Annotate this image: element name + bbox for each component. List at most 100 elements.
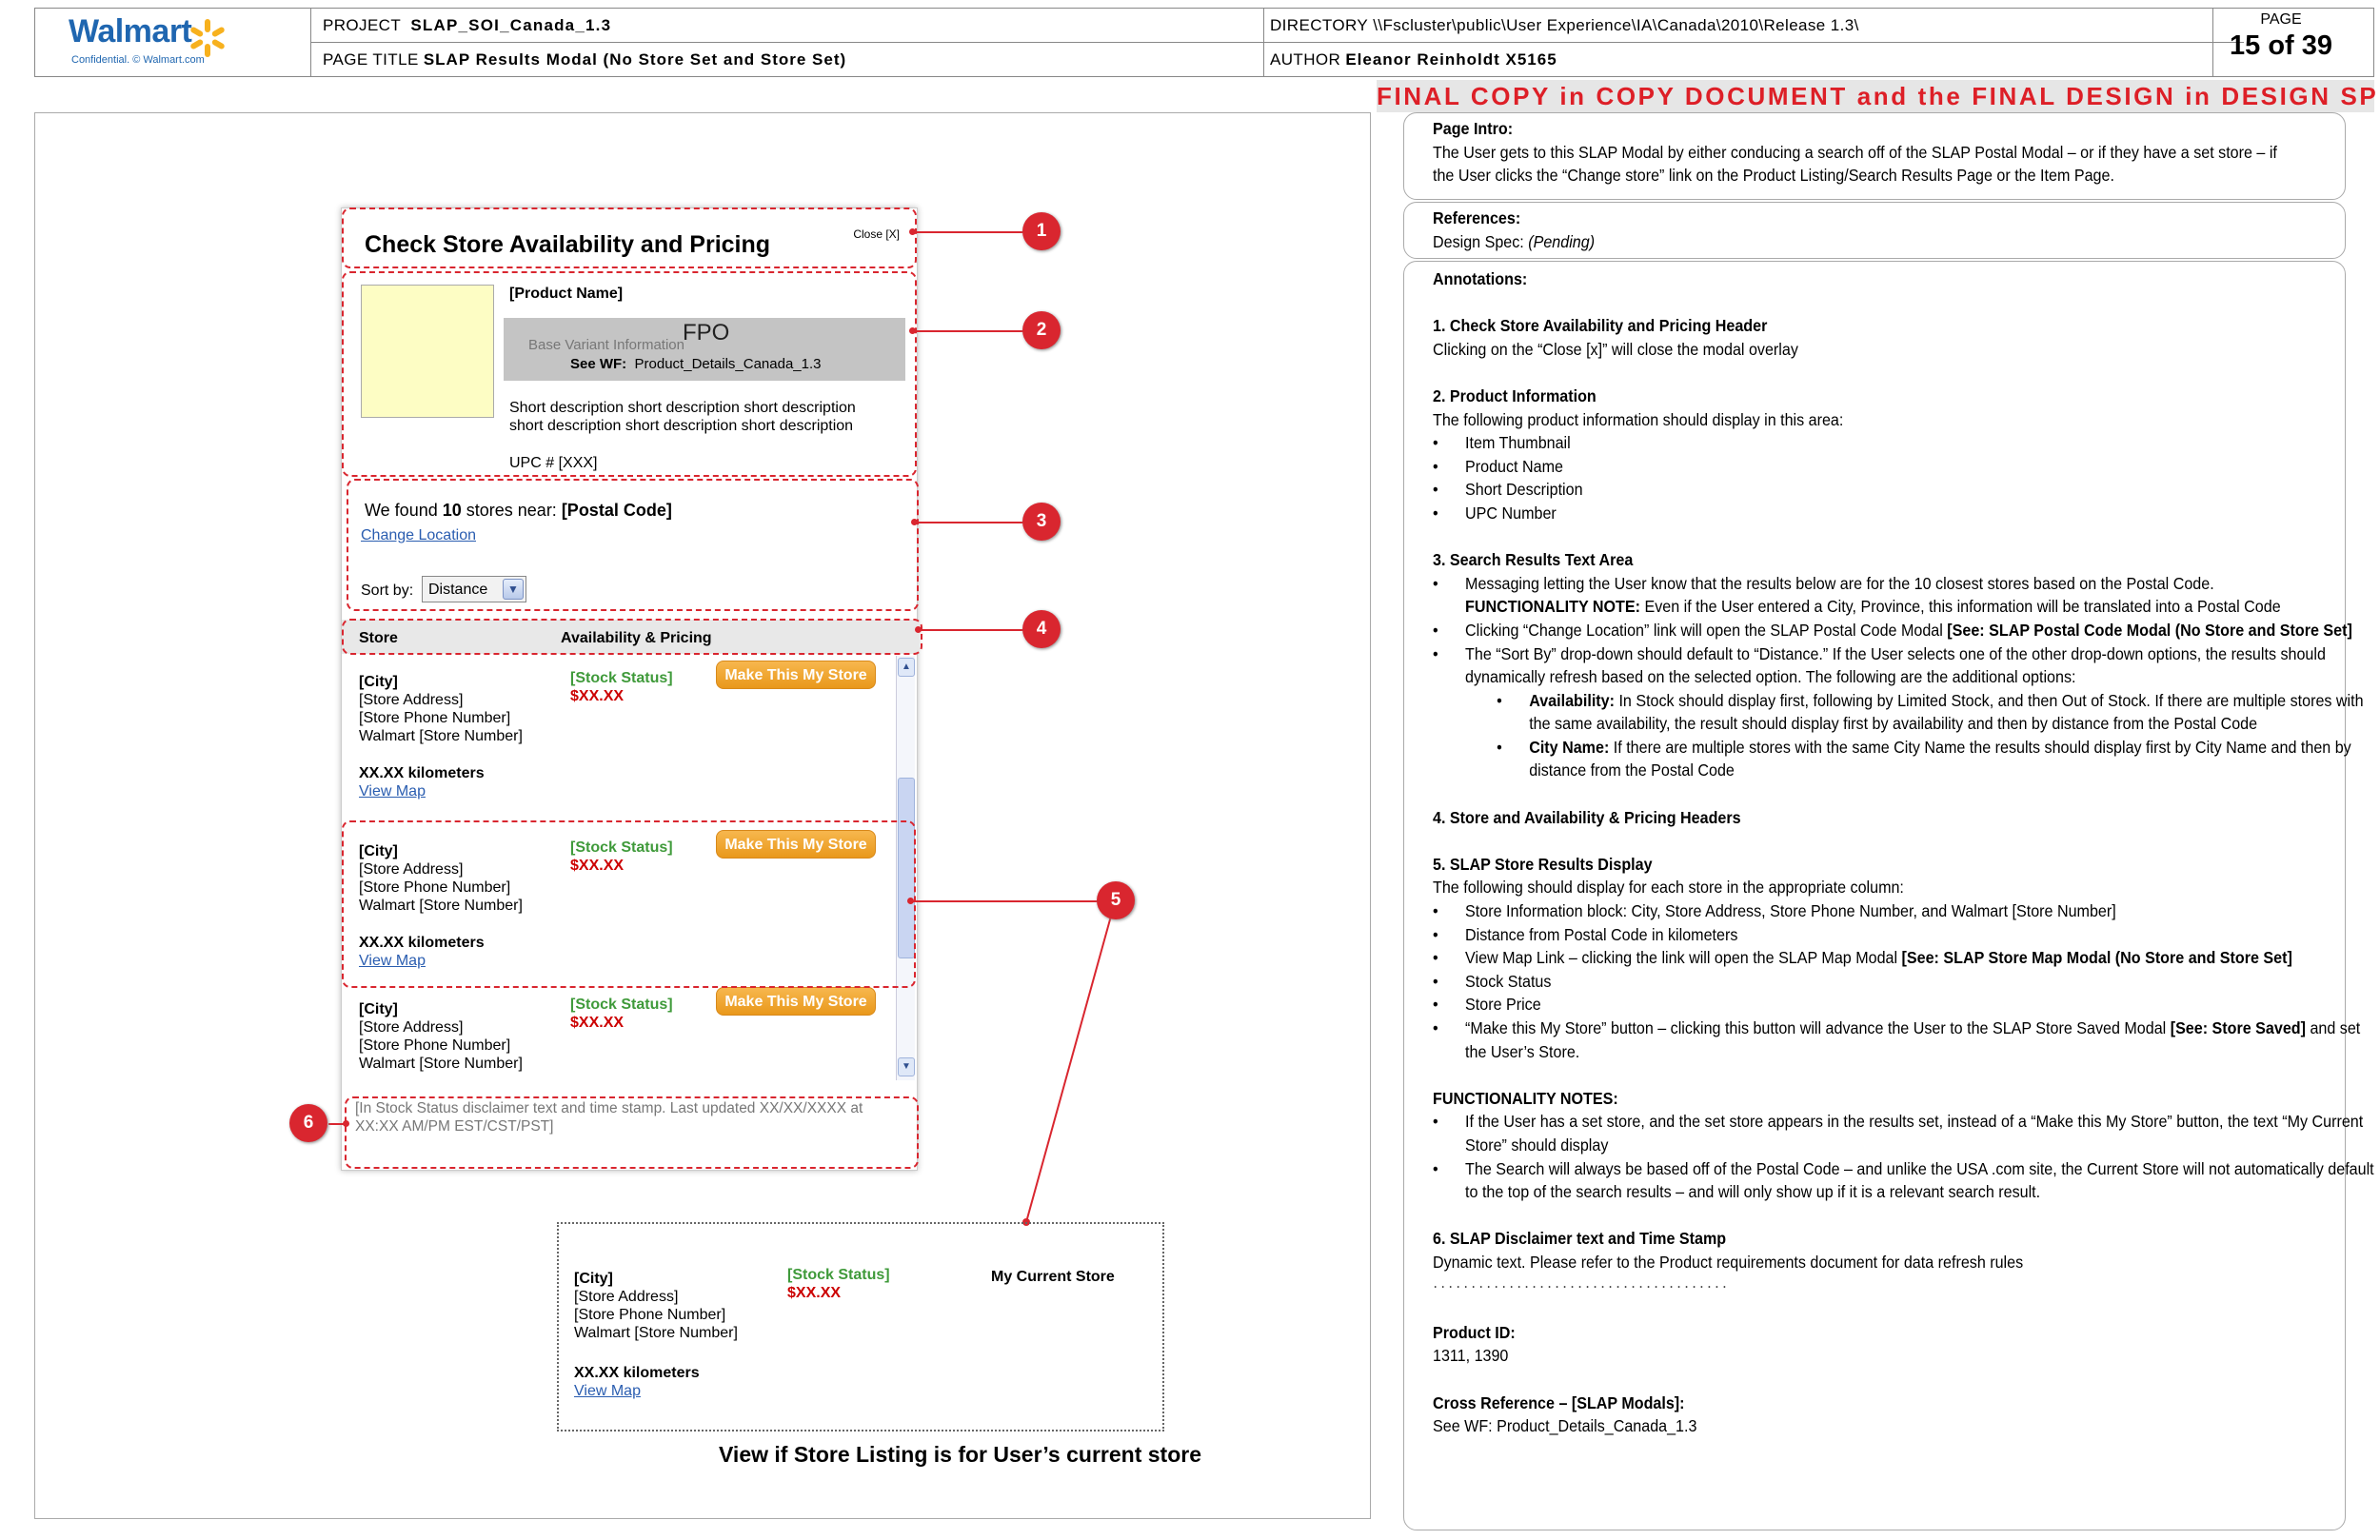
callout-4: 4: [1022, 610, 1061, 648]
list-item: If the User has a set store, and the set…: [1433, 1110, 2380, 1156]
list-item: Product Name: [1433, 455, 2380, 479]
make-my-store-button[interactable]: Make This My Store: [716, 661, 876, 689]
annotations-box: Annotations: 1. Check Store Availability…: [1403, 261, 2374, 1530]
region-4-column-headers: [342, 619, 922, 655]
store-number: Walmart [Store Number]: [574, 1325, 738, 1341]
store-city: [City]: [359, 1001, 398, 1017]
list-item: The “Sort By” drop-down should default t…: [1433, 642, 2380, 783]
store-address: [Store Address]: [359, 692, 464, 708]
callout-dot-6: [343, 1120, 349, 1127]
cross-reference-title: Cross Reference – [SLAP Modals]:: [1433, 1392, 1685, 1412]
callout-6: 6: [289, 1104, 327, 1142]
callout-dot-5: [907, 898, 914, 904]
store-city: [City]: [574, 1271, 613, 1287]
store-result-item: [City] [Store Address] [Store Phone Numb…: [342, 656, 894, 818]
dotted-separator: · · · · · · · · · · · · · · · · · · · · …: [1433, 1275, 1727, 1295]
functionality-notes-title: FUNCTIONALITY NOTES:: [1433, 1088, 1618, 1108]
region-1-header: [342, 207, 917, 268]
walmart-spark-icon: [190, 19, 225, 57]
callout-1: 1: [1022, 212, 1061, 250]
callout-dot-1: [909, 228, 916, 235]
design-spec-label: Design Spec:: [1433, 231, 1524, 251]
store-result-item: [City] [Store Address] [Store Phone Numb…: [342, 985, 894, 1080]
annotation-5-title: 5. SLAP Store Results Display: [1433, 854, 1653, 874]
author-field: AUTHOR Eleanor Reinholdt X5165: [1270, 50, 1557, 69]
list-item: Store Information block: City, Store Add…: [1433, 899, 2380, 923]
list-item: Distance from Postal Code in kilometers: [1433, 923, 2380, 947]
design-spec-value: (Pending): [1528, 231, 1596, 251]
intro-line-2: the User clicks the “Change store” link …: [1433, 166, 2114, 186]
list-item: Messaging letting the User know that the…: [1433, 572, 2380, 619]
store-distance: XX.XX kilometers: [574, 1365, 700, 1381]
product-id-title: Product ID:: [1433, 1322, 1516, 1342]
store-city: [City]: [359, 674, 398, 690]
intro-title: Page Intro:: [1433, 119, 1514, 138]
region-6-disclaimer: [345, 1096, 919, 1169]
references-title: References:: [1433, 208, 1521, 227]
annotation-2-title: 2. Product Information: [1433, 385, 1597, 405]
list-item: Store Price: [1433, 993, 2380, 1017]
final-copy-banner: FINAL COPY in COPY DOCUMENT and the FINA…: [1377, 80, 2380, 112]
project-field: PROJECT SLAP_SOI_Canada_1.3: [323, 16, 612, 34]
stock-status: [Stock Status]: [787, 1267, 890, 1283]
list-item: The Search will always be based off of t…: [1433, 1157, 2380, 1204]
callout-dot-4: [915, 626, 922, 633]
store-phone: [Store Phone Number]: [359, 710, 511, 726]
list-item: City Name: If there are multiple stores …: [1497, 736, 2380, 782]
confidential-note: Confidential. © Walmart.com: [71, 54, 205, 66]
annotation-1-text: Clicking on the “Close [x]” will close t…: [1433, 339, 1798, 359]
annotation-1-title: 1. Check Store Availability and Pricing …: [1433, 316, 1768, 336]
store-address: [Store Address]: [574, 1289, 679, 1305]
make-my-store-button[interactable]: Make This My Store: [716, 987, 876, 1016]
store-price: $XX.XX: [570, 1015, 625, 1031]
region-5-store-result: [342, 820, 916, 988]
annotation-6-title: 6. SLAP Disclaimer text and Time Stamp: [1433, 1229, 1727, 1249]
current-store-caption: View if Store Listing is for User’s curr…: [719, 1442, 1201, 1467]
store-address: [Store Address]: [359, 1019, 464, 1036]
page-intro-box: Page Intro: The User gets to this SLAP M…: [1403, 112, 2346, 200]
stock-status: [Stock Status]: [570, 997, 673, 1013]
store-number: Walmart [Store Number]: [359, 728, 523, 744]
walmart-logo: Walmart: [69, 13, 192, 49]
list-item: UPC Number: [1433, 502, 2380, 525]
annotation-2-text: The following product information should…: [1433, 409, 1844, 429]
annotation-5-text: The following should display for each st…: [1433, 878, 1904, 898]
store-phone: [Store Phone Number]: [574, 1307, 726, 1323]
product-id-value: 1311, 1390: [1433, 1346, 1509, 1366]
scroll-down-icon[interactable]: ▼: [898, 1057, 915, 1076]
view-map-link[interactable]: View Map: [574, 1382, 641, 1400]
list-item: Short Description: [1433, 478, 2380, 502]
list-item: Item Thumbnail: [1433, 431, 2380, 455]
page-title-field: PAGE TITLE SLAP Results Modal (No Store …: [323, 50, 847, 69]
callout-dot-3: [911, 519, 918, 525]
scroll-up-icon[interactable]: ▲: [898, 658, 915, 677]
annotations-title: Annotations:: [1433, 269, 1528, 288]
references-box: References: Design Spec: (Pending): [1403, 202, 2346, 259]
directory-field: DIRECTORY \\Fscluster\public\User Experi…: [1270, 16, 1859, 34]
list-item: Clicking “Change Location” link will ope…: [1433, 619, 2380, 642]
region-2-product: [342, 271, 917, 477]
page-number: 15 of 39: [2230, 30, 2332, 61]
current-store-listing: [City] [Store Address] [Store Phone Numb…: [557, 1222, 1164, 1431]
page-label: PAGE: [2260, 11, 2302, 28]
list-item: Stock Status: [1433, 970, 2380, 994]
callout-dot-2: [909, 327, 916, 334]
list-item: View Map Link – clicking the link will o…: [1433, 946, 2380, 970]
view-map-link[interactable]: View Map: [359, 782, 426, 800]
cross-reference-value: See WF: Product_Details_Canada_1.3: [1433, 1416, 1697, 1436]
store-phone: [Store Phone Number]: [359, 1037, 511, 1054]
store-distance: XX.XX kilometers: [359, 765, 485, 781]
list-item: “Make this My Store” button – clicking t…: [1433, 1017, 2380, 1063]
store-price: $XX.XX: [787, 1285, 842, 1301]
my-current-store-label: My Current Store: [991, 1269, 1115, 1285]
callout-3: 3: [1022, 503, 1061, 541]
callout-5: 5: [1097, 881, 1135, 919]
annotation-3-title: 3. Search Results Text Area: [1433, 550, 1634, 570]
annotation-6-text: Dynamic text. Please refer to the Produc…: [1433, 1252, 2024, 1272]
list-item: Availability: In Stock should display fi…: [1497, 689, 2380, 736]
store-number: Walmart [Store Number]: [359, 1056, 523, 1072]
annotation-4-title: 4. Store and Availability & Pricing Head…: [1433, 807, 1741, 827]
stock-status: [Stock Status]: [570, 670, 673, 686]
callout-line-5-diagonal: [1022, 901, 1116, 1226]
store-price: $XX.XX: [570, 688, 625, 704]
